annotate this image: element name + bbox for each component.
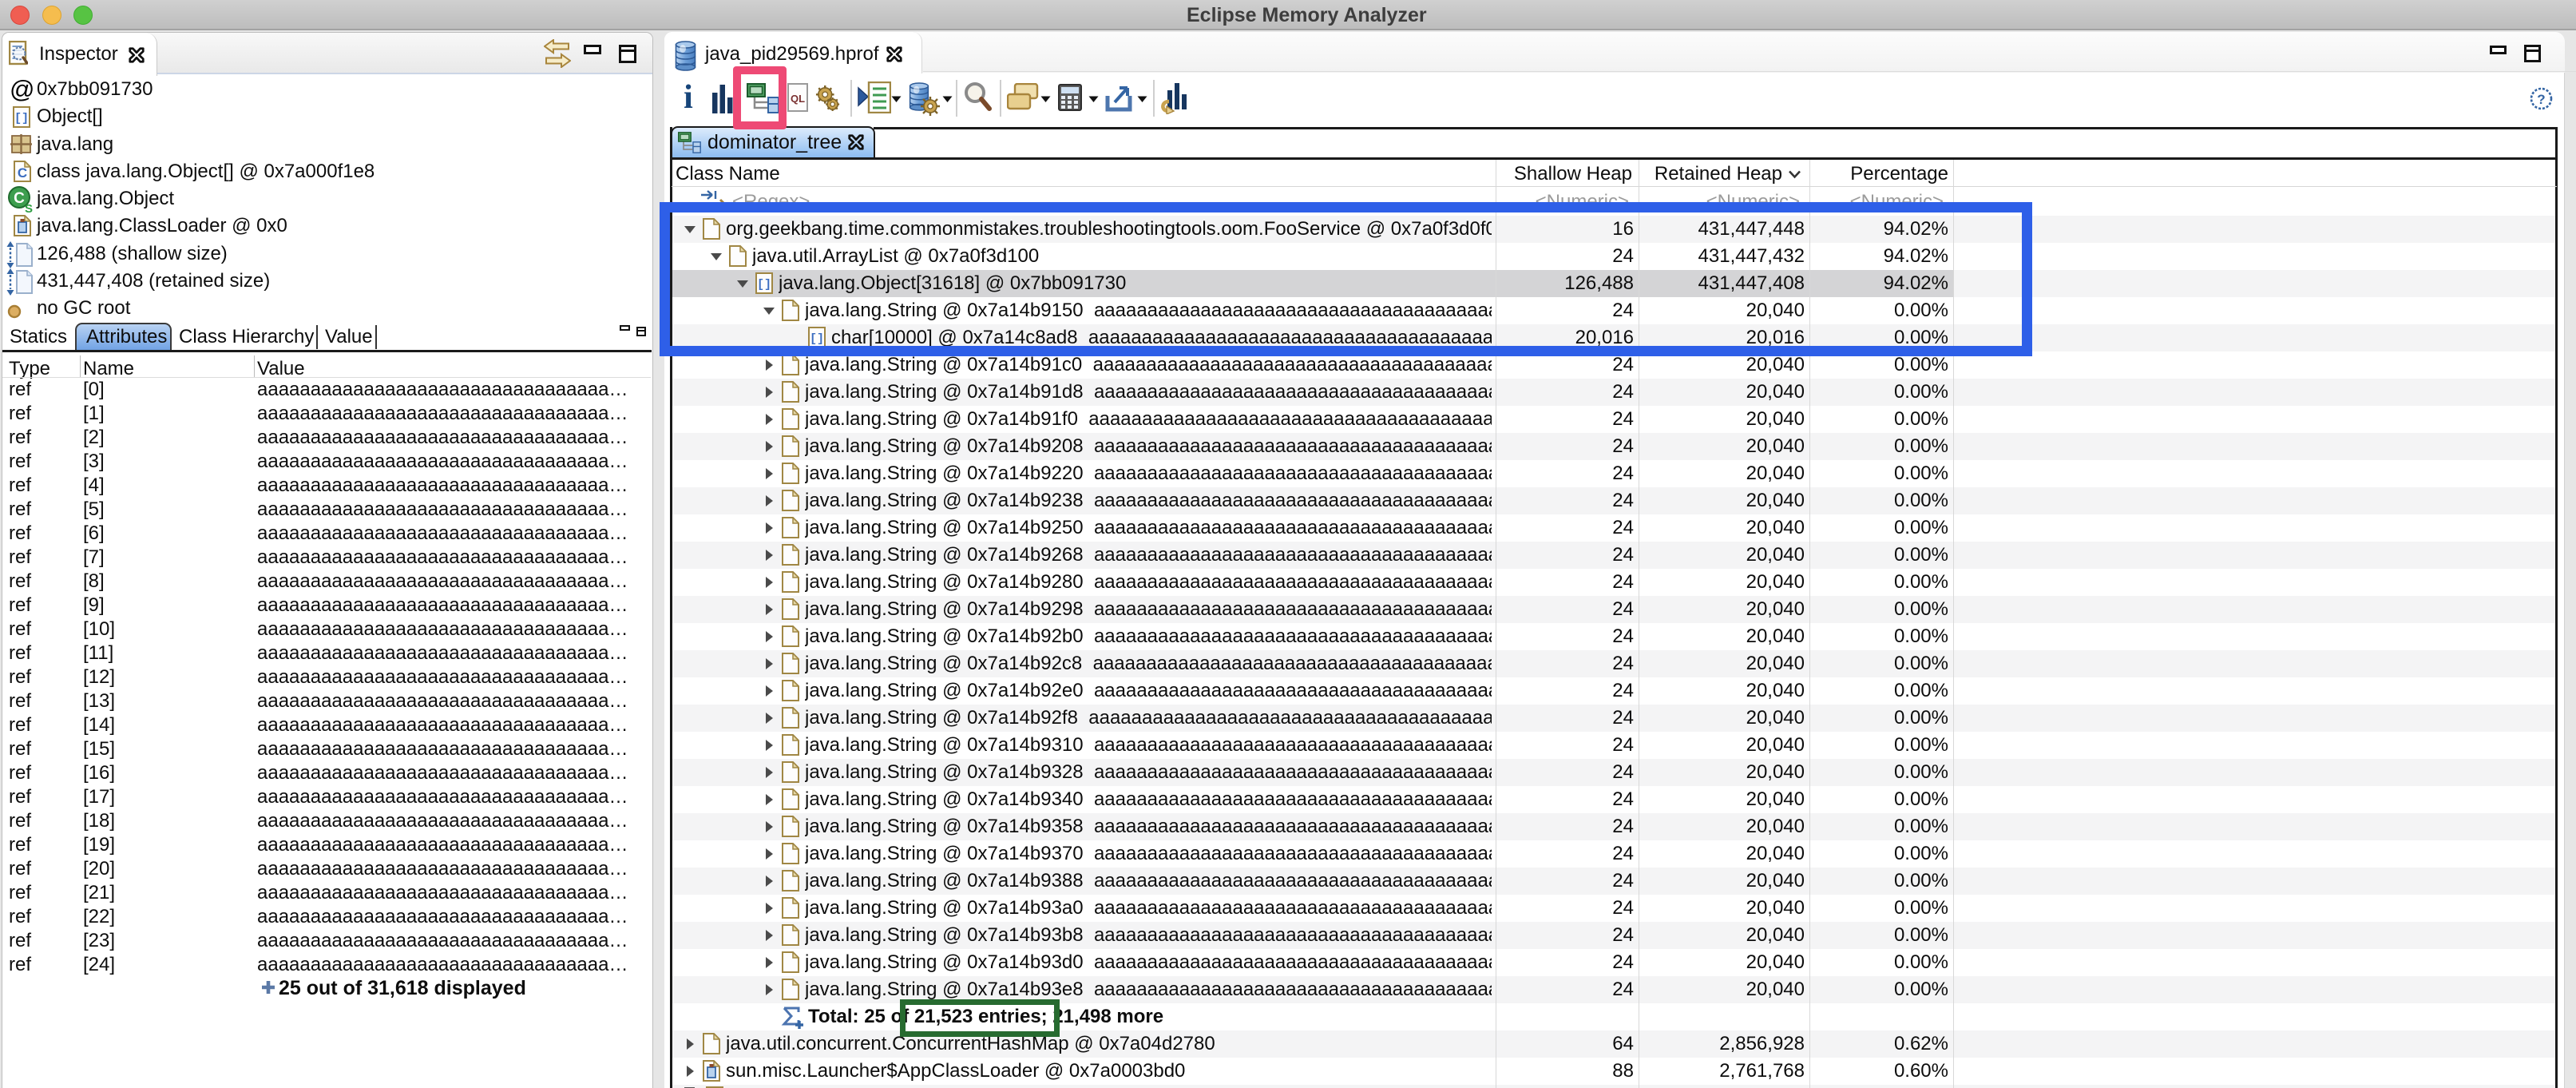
svg-text:C: C bbox=[18, 165, 27, 181]
svg-text:[]: [] bbox=[14, 112, 29, 125]
svg-text:C: C bbox=[14, 190, 25, 207]
svg-text:QL: QL bbox=[791, 93, 805, 105]
svg-text:S: S bbox=[25, 202, 33, 213]
svg-text:?: ? bbox=[2537, 92, 2545, 107]
